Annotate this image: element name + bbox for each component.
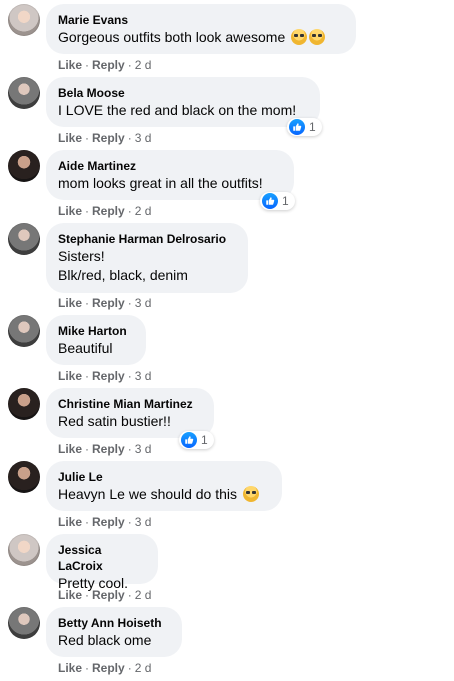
comment-author[interactable]: Betty Ann Hoiseth (58, 615, 170, 631)
comment-actions: Like · Reply · 2 d (58, 661, 152, 675)
comment-author[interactable]: Stephanie Harman Delrosario (58, 231, 236, 247)
comment-actions: Like · Reply · 2 d (58, 204, 152, 218)
comment-thread: Marie Evans Gorgeous outfits both look a… (0, 0, 454, 681)
mention-link[interactable]: Heavyn Le (58, 486, 125, 502)
like-link[interactable]: Like (58, 369, 82, 383)
comment-actions: Like · Reply · 3 d (58, 296, 152, 310)
avatar[interactable] (8, 607, 40, 639)
like-link[interactable]: Like (58, 58, 82, 72)
comment-age: 2 d (134, 661, 152, 675)
comment-actions: Like · Reply · 2 d (58, 58, 152, 72)
comment-actions: Like · Reply · 3 d (58, 369, 152, 383)
reply-link[interactable]: Reply (92, 661, 125, 675)
avatar[interactable] (8, 4, 40, 36)
grinning-sunglasses-emoji-icon (309, 29, 326, 45)
comment-actions: Like · Reply · 2 d (58, 588, 152, 602)
comment-bubble: Marie Evans Gorgeous outfits both look a… (46, 4, 356, 54)
reply-link[interactable]: Reply (92, 588, 125, 602)
comment-age: 2 d (134, 58, 152, 72)
like-link[interactable]: Like (58, 661, 82, 675)
thumbs-up-icon (289, 119, 305, 135)
comment-text: Heavyn Le we should do this (58, 485, 270, 504)
comment-author[interactable]: Bela Moose (58, 85, 308, 101)
comment-author[interactable]: Jessica LaCroix (58, 542, 146, 574)
comment-bubble: Bela Moose I LOVE the red and black on t… (46, 77, 320, 127)
grinning-sunglasses-emoji-icon (291, 29, 308, 45)
comment-author[interactable]: Christine Mian Martinez (58, 396, 202, 412)
reply-link[interactable]: Reply (92, 442, 125, 456)
comment-age: 3 d (134, 369, 152, 383)
comment-text-line: Blk/red, black, denim (58, 267, 188, 283)
comment-text: mom looks great in all the outfits! (58, 175, 263, 191)
avatar[interactable] (8, 388, 40, 420)
reply-link[interactable]: Reply (92, 369, 125, 383)
avatar[interactable] (8, 461, 40, 493)
avatar[interactable] (8, 77, 40, 109)
reply-link[interactable]: Reply (92, 515, 125, 529)
avatar[interactable] (8, 534, 40, 566)
reply-link[interactable]: Reply (92, 204, 125, 218)
laughing-emoji-icon (242, 486, 259, 502)
comment-bubble: Stephanie Harman Delrosario Sisters! Blk… (46, 223, 248, 293)
comment-author[interactable]: Mike Harton (58, 323, 134, 339)
reply-link[interactable]: Reply (92, 131, 125, 145)
comment-bubble: Aide Martinez mom looks great in all the… (46, 150, 294, 200)
like-link[interactable]: Like (58, 588, 82, 602)
comment-age: 2 d (134, 588, 152, 602)
reply-link[interactable]: Reply (92, 296, 125, 310)
avatar[interactable] (8, 150, 40, 182)
comment-bubble: Mike Harton Beautiful (46, 315, 146, 365)
comment-age: 2 d (134, 204, 152, 218)
comment-age: 3 d (134, 515, 152, 529)
comment-author[interactable]: Aide Martinez (58, 158, 282, 174)
comment-text: Red black ome (58, 632, 152, 648)
comment-text-line: Sisters! (58, 248, 105, 264)
comment-bubble: Julie Le Heavyn Le we should do this (46, 461, 282, 511)
avatar[interactable] (8, 315, 40, 347)
comment-age: 3 d (134, 442, 152, 456)
reaction-count[interactable]: 1 (287, 118, 322, 136)
comment-age: 3 d (134, 131, 152, 145)
like-link[interactable]: Like (58, 442, 82, 456)
reply-link[interactable]: Reply (92, 58, 125, 72)
like-link[interactable]: Like (58, 131, 82, 145)
comment-text: Beautiful (58, 340, 113, 356)
comment-actions: Like · Reply · 3 d (58, 442, 152, 456)
comment-text: I LOVE the red and black on the mom! (58, 102, 297, 118)
comment-actions: Like · Reply · 3 d (58, 515, 152, 529)
like-link[interactable]: Like (58, 515, 82, 529)
comment-actions: Like · Reply · 3 d (58, 131, 152, 145)
comment-bubble: Betty Ann Hoiseth Red black ome (46, 607, 182, 657)
comment-author[interactable]: Julie Le (58, 469, 270, 485)
avatar[interactable] (8, 223, 40, 255)
comment-author[interactable]: Marie Evans (58, 12, 344, 28)
thumbs-up-icon (262, 193, 278, 209)
comment-bubble: Jessica LaCroix Pretty cool. (46, 534, 158, 591)
like-link[interactable]: Like (58, 296, 82, 310)
reaction-count[interactable]: 1 (179, 431, 214, 449)
comment-text: Red satin bustier!! (58, 413, 171, 429)
comment-text: Gorgeous outfits both look awesome (58, 28, 344, 47)
comment-age: 3 d (134, 296, 152, 310)
reaction-count[interactable]: 1 (260, 192, 295, 210)
thumbs-up-icon (181, 432, 197, 448)
like-link[interactable]: Like (58, 204, 82, 218)
